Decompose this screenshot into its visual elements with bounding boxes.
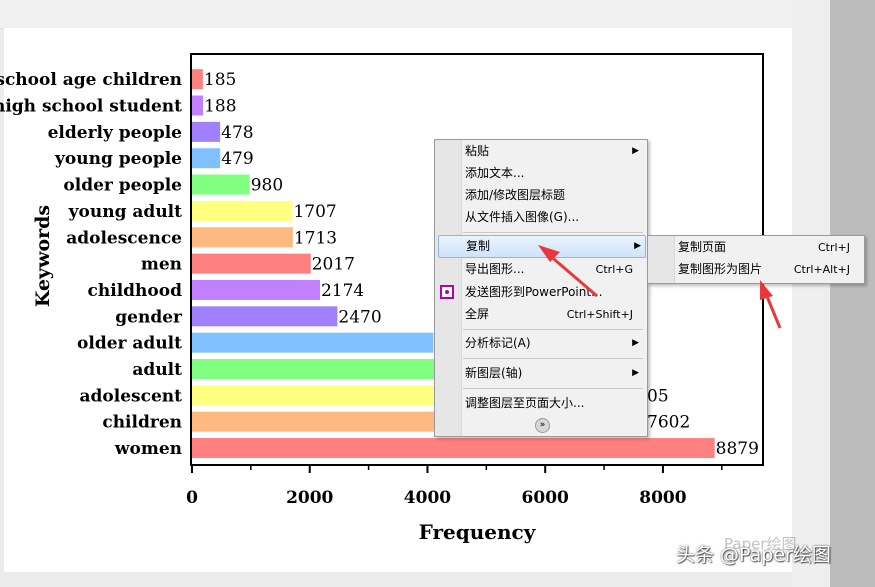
bar-young-adult[interactable] [192, 200, 293, 221]
x-axis-label: Frequency [419, 520, 537, 544]
menu-item-analysis-markers[interactable]: 分析标记(A) ▶ [463, 333, 643, 354]
category-label: gender [115, 307, 183, 327]
value-label: 2470 [338, 307, 381, 327]
menu-gutter [648, 236, 675, 283]
bar-older-people[interactable] [192, 174, 250, 195]
value-label: 2017 [312, 255, 355, 275]
category-label: older people [63, 176, 182, 196]
submenu-arrow-icon: ▶ [632, 338, 639, 348]
powerpoint-icon [440, 285, 454, 299]
bar-adolescence[interactable] [192, 227, 293, 248]
value-label: 980 [251, 176, 283, 196]
menu-item-copy-page[interactable]: 复制页面 Ctrl+J [676, 237, 860, 258]
category-label: children [102, 413, 182, 433]
value-label: 185 [204, 70, 236, 90]
value-label: 479 [221, 149, 253, 169]
bar-childhood[interactable] [192, 279, 320, 300]
category-label: adolescence [66, 228, 182, 248]
category-label: childhood [88, 281, 183, 301]
menu-item-export-graph[interactable]: 导出图形... Ctrl+G [463, 259, 643, 280]
x-tick-label: 6000 [522, 488, 569, 508]
menu-separator [463, 388, 643, 389]
menu-item-copy-as-picture[interactable]: 复制图形为图片 Ctrl+Alt+J [676, 259, 860, 280]
category-label: elderly people [48, 123, 183, 143]
submenu-arrow-icon: ▶ [632, 146, 639, 156]
bar-adolescent[interactable] [192, 385, 446, 406]
menu-separator [463, 358, 643, 359]
bar-older-adult[interactable] [192, 332, 434, 353]
value-label: 478 [221, 123, 253, 143]
bar-elderly-people[interactable] [192, 121, 221, 142]
value-label: 2174 [321, 281, 364, 301]
category-label: adult [132, 360, 182, 380]
value-label: 05 [647, 386, 669, 406]
menu-item-new-layer[interactable]: 新图层(轴) ▶ [463, 363, 643, 384]
menu-item-layer-title[interactable]: 添加/修改图层标题 [463, 185, 643, 206]
context-menu: 粘贴 ▶ 添加文本... 添加/修改图层标题 从文件插入图像(G)... 复制 ▶ … [434, 139, 648, 437]
category-label: men [141, 255, 182, 275]
chevron-double-down-icon[interactable]: » [535, 418, 550, 433]
menu-item-insert-image[interactable]: 从文件插入图像(G)... [463, 207, 643, 228]
value-label: 1713 [294, 228, 337, 248]
bar-high-school-student[interactable] [192, 95, 204, 116]
y-axis-label: Keywords [32, 205, 54, 307]
bar-school-age-children[interactable] [192, 69, 203, 90]
submenu-arrow-icon: ▶ [634, 241, 641, 251]
category-label: women [114, 439, 182, 459]
menu-item-paste[interactable]: 粘贴 ▶ [463, 141, 643, 162]
value-label: 7602 [647, 413, 690, 433]
category-label: school age children [0, 70, 182, 90]
bar-men[interactable] [192, 253, 311, 274]
x-tick-label: 2000 [286, 488, 333, 508]
menu-item-copy[interactable]: 复制 ▶ [438, 235, 646, 258]
watermark: 头条 @Paper绘图 [676, 544, 831, 566]
menu-item-fullscreen[interactable]: 全屏 Ctrl+Shift+J [463, 304, 643, 325]
category-label: young adult [68, 202, 182, 222]
menu-item-fit-layer[interactable]: 调整图层至页面大小... [463, 393, 643, 414]
bar-young-people[interactable] [192, 148, 221, 169]
copy-submenu: 复制页面 Ctrl+J 复制图形为图片 Ctrl+Alt+J [647, 235, 865, 284]
value-label: 1707 [293, 202, 336, 222]
bar-gender[interactable] [192, 306, 338, 327]
bar-adult[interactable] [192, 359, 440, 380]
menu-item-add-text[interactable]: 添加文本... [463, 163, 643, 184]
category-label: adolescent [80, 386, 183, 406]
menu-separator [463, 329, 643, 330]
category-label: older adult [77, 334, 182, 354]
x-tick-label: 0 [186, 488, 198, 508]
menu-item-send-to-ppt[interactable]: 发送图形到PowerPoint... [463, 282, 643, 303]
category-label: high school student [0, 97, 182, 117]
category-labels: school age children high school student el… [0, 70, 183, 459]
category-label: young people [54, 149, 182, 169]
x-ticks: 0 2000 4000 6000 8000 [186, 465, 723, 508]
x-tick-label: 8000 [639, 488, 686, 508]
menu-separator [463, 232, 643, 233]
submenu-arrow-icon: ▶ [632, 368, 639, 378]
x-tick-label: 4000 [404, 488, 451, 508]
value-label: 8879 [716, 439, 759, 459]
value-label: 188 [204, 97, 236, 117]
bar-women[interactable] [192, 438, 715, 459]
